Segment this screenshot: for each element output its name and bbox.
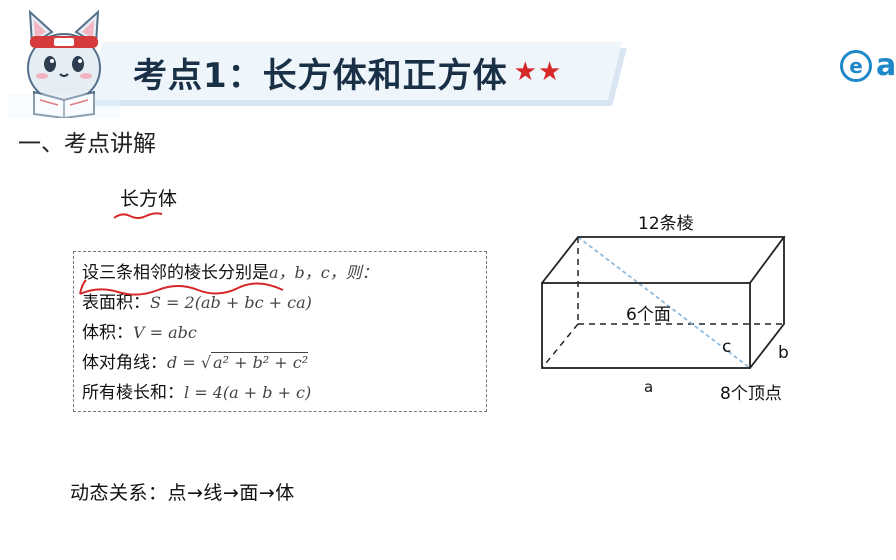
- hidden-edge: [541, 323, 579, 369]
- formula-diagonal: 体对角线：d = √ a² + b² + c²: [82, 348, 478, 378]
- edge-sum-label: 所有棱长和：: [82, 383, 184, 403]
- formula-edge-sum: 所有棱长和：l = 4(a + b + c): [82, 378, 478, 408]
- width-label-b: b: [778, 343, 789, 363]
- section-heading: 一、考点讲解: [18, 131, 156, 157]
- front-face: [541, 282, 751, 369]
- volume-label: 体积：: [82, 323, 133, 343]
- red-underline-annotation-formula: [79, 279, 284, 296]
- subsection-title: 长方体: [120, 188, 178, 210]
- rating-stars-icon: ★★: [513, 57, 563, 87]
- page-title: 考点1：长方体和正方体 ★★: [133, 50, 563, 96]
- sqrt-icon: √: [200, 353, 212, 372]
- dynamic-relation: 动态关系：点→线→面→体: [70, 482, 295, 504]
- edge-sum-math: l = 4(a + b + c): [184, 383, 312, 402]
- brand-e-icon: e: [840, 49, 872, 82]
- brand-logo: e a: [840, 48, 896, 83]
- formula-volume: 体积：V = abc: [82, 318, 478, 348]
- diagonal-math-prefix: d =: [167, 353, 201, 372]
- red-underline-annotation: [113, 212, 163, 219]
- cat-mascot-icon: [8, 9, 120, 118]
- length-label-a: a: [644, 378, 654, 396]
- volume-math: V = abc: [133, 323, 197, 342]
- vertices-label: 8个顶点: [720, 384, 782, 404]
- brand-text: a: [876, 48, 896, 83]
- diagonal-label-c: c: [722, 337, 732, 357]
- faces-label: 6个面: [626, 305, 671, 325]
- page-title-text: 考点1：长方体和正方体: [133, 55, 508, 96]
- diagonal-label: 体对角线：: [82, 353, 167, 373]
- edges-label: 12条棱: [638, 214, 694, 234]
- diagonal-radicand: a² + b² + c²: [211, 352, 309, 372]
